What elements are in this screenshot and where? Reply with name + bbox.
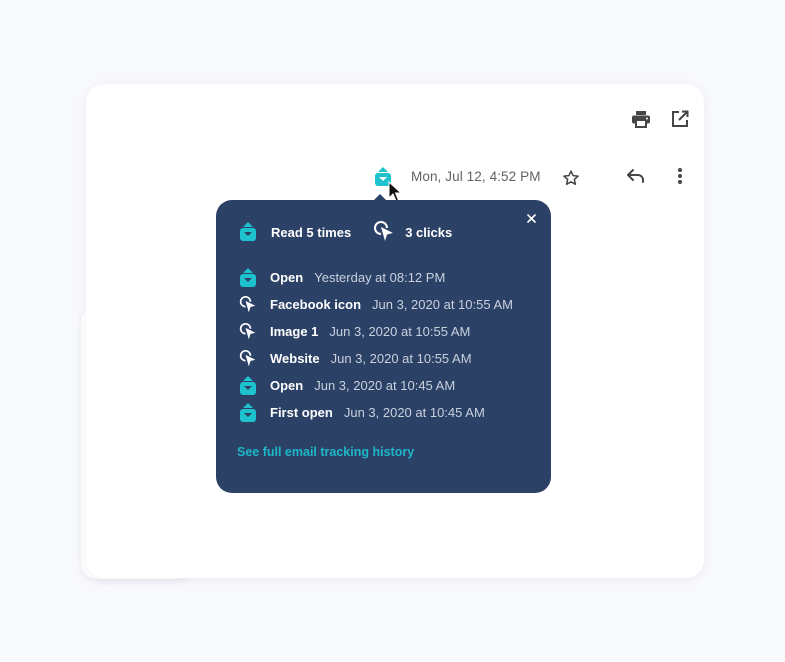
event-label: Website	[270, 351, 320, 366]
event-row: Image 1 Jun 3, 2020 at 10:55 AM	[239, 318, 513, 345]
event-label: Facebook icon	[270, 297, 362, 312]
envelope-open-icon	[240, 222, 256, 241]
click-icon	[374, 221, 394, 241]
open-in-new-window-button[interactable]	[667, 106, 693, 132]
more-options-button[interactable]	[667, 163, 693, 189]
popup-arrow	[374, 194, 386, 200]
event-time: Jun 3, 2020 at 10:45 AM	[343, 405, 485, 420]
reply-icon	[627, 169, 644, 183]
tracking-summary: Read 5 times 3 clicks	[239, 221, 452, 243]
envelope-open-icon	[240, 402, 256, 422]
event-time: Jun 3, 2020 at 10:45 AM	[314, 378, 456, 393]
envelope-open-icon	[240, 267, 256, 287]
reply-button[interactable]	[623, 163, 649, 189]
event-row: Open Yesterday at 08:12 PM	[239, 264, 513, 291]
read-count: Read 5 times	[271, 224, 352, 240]
click-icon	[239, 349, 256, 366]
print-icon	[632, 111, 650, 128]
event-row: Facebook icon Jun 3, 2020 at 10:55 AM	[239, 291, 513, 318]
star-button[interactable]	[558, 165, 584, 191]
star-icon	[563, 170, 579, 186]
envelope-open-icon	[240, 375, 256, 395]
event-row: Website Jun 3, 2020 at 10:55 AM	[239, 345, 513, 372]
stage: Mon, Jul 12, 4:52 PM Read 5 times 3 clic…	[0, 0, 785, 662]
message-date: Mon, Jul 12, 4:52 PM	[411, 169, 541, 184]
tracking-popup: Read 5 times 3 clicks Open Yesterday at …	[216, 194, 551, 493]
close-icon	[526, 213, 536, 223]
click-icon	[239, 295, 256, 312]
event-row: Open Jun 3, 2020 at 10:45 AM	[239, 372, 513, 399]
event-label: First open	[270, 405, 333, 420]
event-time: Jun 3, 2020 at 10:55 AM	[329, 324, 471, 339]
event-label: Open	[270, 378, 304, 393]
event-label: Open	[270, 270, 304, 285]
click-count: 3 clicks	[405, 224, 453, 240]
close-button[interactable]	[523, 210, 539, 226]
event-time: Jun 3, 2020 at 10:55 AM	[372, 297, 513, 312]
more-options-icon	[678, 168, 682, 184]
event-row: First open Jun 3, 2020 at 10:45 AM	[239, 399, 513, 426]
full-tracking-history-link[interactable]: See full email tracking history	[237, 445, 414, 459]
open-in-new-window-icon	[672, 110, 689, 127]
event-time: Jun 3, 2020 at 10:55 AM	[330, 351, 472, 366]
tracking-events-list: Open Yesterday at 08:12 PM Facebook icon…	[239, 264, 513, 426]
event-label: Image 1	[270, 324, 319, 339]
click-icon	[239, 322, 256, 339]
event-time: Yesterday at 08:12 PM	[314, 270, 446, 285]
print-button[interactable]	[628, 106, 654, 132]
